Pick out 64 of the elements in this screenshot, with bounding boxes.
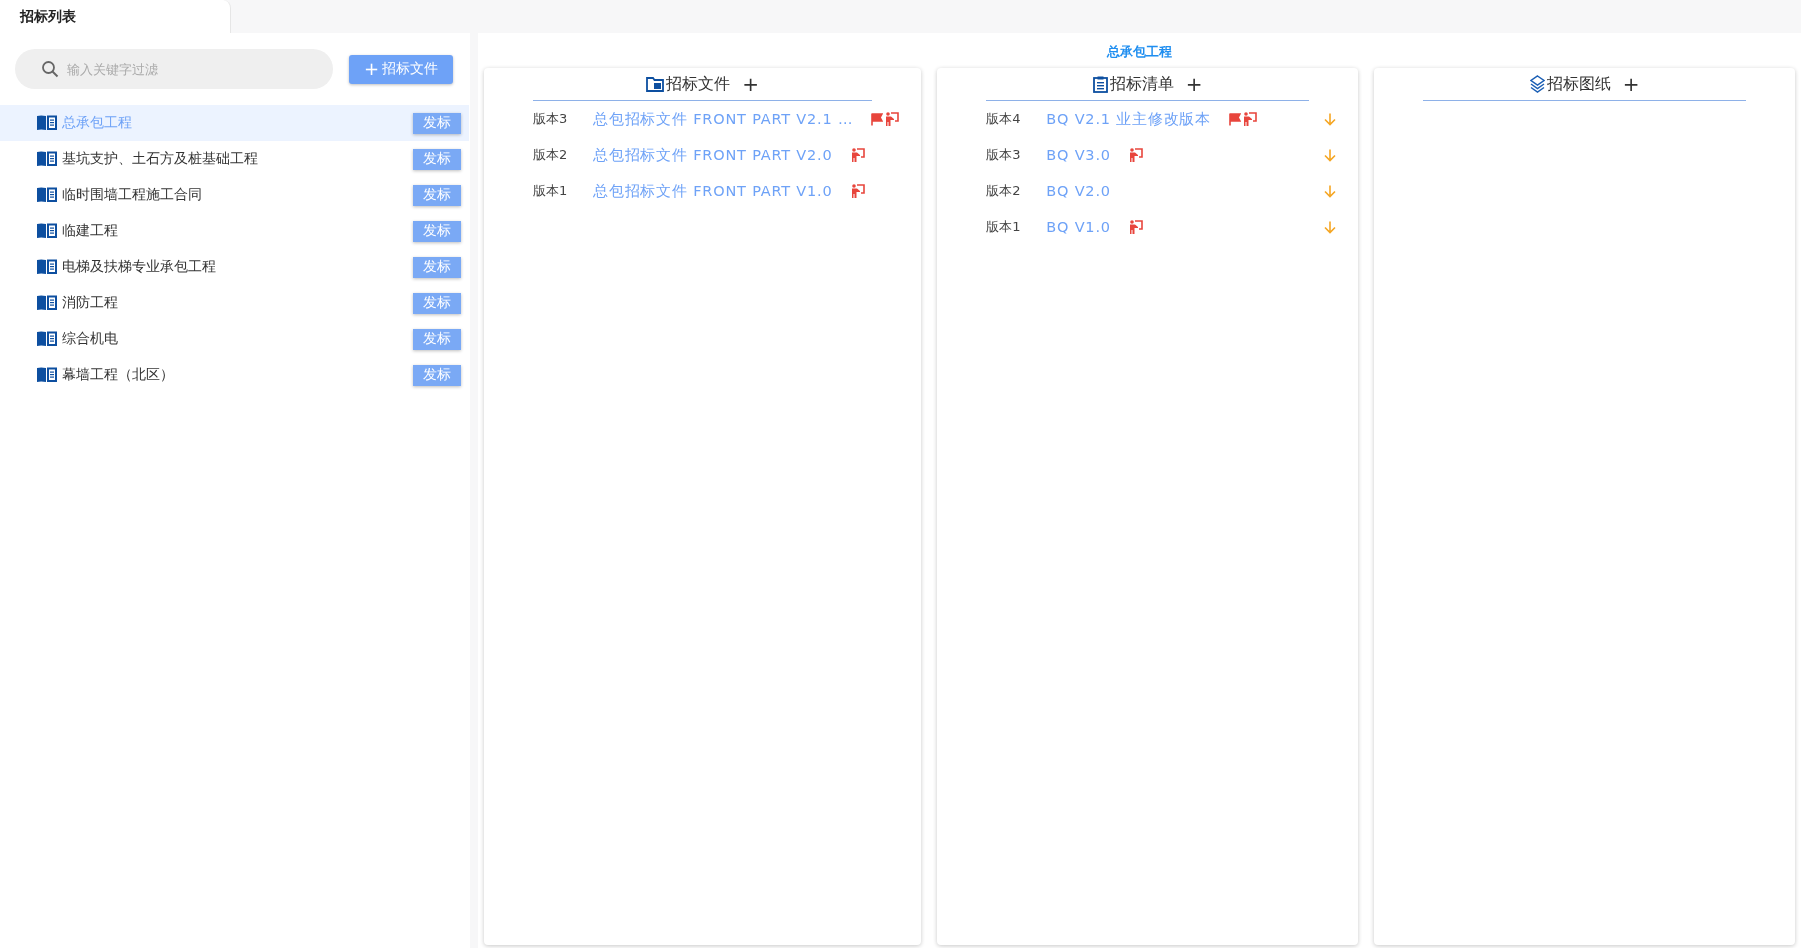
version-label: 版本3 (533, 110, 569, 128)
book-icon (37, 151, 58, 167)
add-button[interactable]: + (1175, 74, 1203, 94)
publish-button[interactable]: 发标 (413, 220, 461, 242)
download-arrow-icon[interactable] (1324, 112, 1337, 126)
file-link[interactable]: 总包招标文件 FRONT PART V2.0 (593, 145, 833, 165)
version-label: 版本1 (986, 218, 1022, 236)
add-button[interactable]: + (1612, 74, 1640, 94)
column-title: 招标清单 (1109, 73, 1174, 95)
publish-button[interactable]: 发标 (413, 292, 461, 314)
version-label: 版本1 (533, 182, 569, 200)
book-icon (37, 331, 58, 347)
file-link[interactable]: BQ V2.0 (1046, 183, 1111, 199)
search-icon (41, 60, 59, 78)
publish-button[interactable]: 发标 (413, 148, 461, 170)
publish-button[interactable]: 发标 (413, 328, 461, 350)
add-button[interactable]: + (732, 74, 759, 94)
book-icon (37, 367, 58, 383)
publish-button[interactable]: 发标 (413, 256, 461, 278)
column-title: 招标图纸 (1546, 73, 1611, 95)
book-icon (37, 223, 58, 239)
download-arrow-icon[interactable] (1324, 148, 1337, 162)
project-name: 总承包工程 (62, 114, 133, 132)
version-label: 版本3 (986, 146, 1022, 164)
folder-icon (646, 76, 665, 92)
book-icon (37, 259, 58, 275)
column-title: 招标文件 (666, 73, 731, 95)
download-arrow-icon[interactable] (1324, 184, 1337, 198)
publish-button[interactable]: 发标 (413, 364, 461, 386)
file-link[interactable]: BQ V2.1 业主修改版本 (1046, 109, 1212, 129)
project-name: 幕墙工程（北区） (62, 366, 175, 384)
file-link[interactable]: BQ V3.0 (1046, 147, 1111, 163)
publish-button[interactable]: 发标 (413, 112, 461, 134)
search-field[interactable]: 输入关键字过滤 (15, 49, 333, 89)
project-item[interactable]: 基坑支护、土石方及桩基础工程 发标 (0, 141, 469, 177)
project-item[interactable]: 综合机电 发标 (0, 321, 469, 357)
project-name: 电梯及扶梯专业承包工程 (62, 258, 217, 276)
file-link[interactable]: 总包招标文件 FRONT PART V1.0 (593, 181, 833, 201)
add-file-button[interactable]: + 招标文件 (349, 54, 453, 84)
download-arrow-icon[interactable] (1324, 220, 1337, 234)
project-name: 消防工程 (62, 294, 119, 312)
version-label: 版本4 (986, 110, 1022, 128)
layers-icon (1529, 75, 1545, 93)
project-item[interactable]: 临时围墙工程施工合同 发标 (0, 177, 469, 213)
version-label: 版本2 (533, 146, 569, 164)
book-icon (37, 295, 58, 311)
project-item[interactable]: 电梯及扶梯专业承包工程 发标 (0, 249, 469, 285)
list-tab[interactable]: 招标列表 (0, 0, 231, 33)
project-item[interactable]: 临建工程 发标 (0, 213, 469, 249)
project-name: 综合机电 (62, 330, 119, 348)
project-item[interactable]: 幕墙工程（北区） 发标 (0, 357, 469, 393)
book-icon (37, 115, 58, 131)
clipboard-icon (1092, 75, 1108, 93)
publish-button[interactable]: 发标 (413, 184, 461, 206)
file-link[interactable]: 总包招标文件 FRONT PART V2.1 … (593, 109, 854, 129)
book-icon (37, 187, 58, 203)
project-name: 临建工程 (62, 222, 119, 240)
project-item[interactable]: 消防工程 发标 (0, 285, 469, 321)
project-name: 临时围墙工程施工合同 (62, 186, 203, 204)
detail-title: 总承包工程 (1105, 43, 1173, 61)
file-link[interactable]: BQ V1.0 (1046, 219, 1111, 235)
version-label: 版本2 (986, 182, 1022, 200)
project-name: 基坑支护、土石方及桩基础工程 (62, 150, 259, 168)
project-item[interactable]: 总承包工程 发标 (0, 105, 469, 141)
